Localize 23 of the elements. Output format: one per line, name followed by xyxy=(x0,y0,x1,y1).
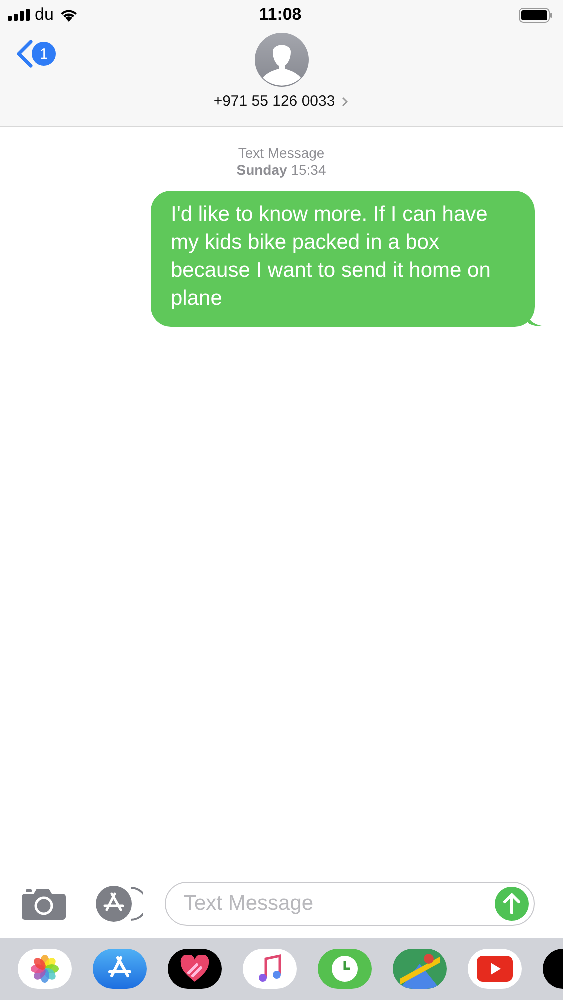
clock-icon[interactable] xyxy=(318,949,372,989)
heart-icon[interactable] xyxy=(168,949,222,989)
store-icon[interactable] xyxy=(93,949,147,989)
camera-icon[interactable] xyxy=(22,888,66,920)
carrier-name: du xyxy=(35,5,54,25)
app-store-icon[interactable] xyxy=(95,886,143,922)
avatar-icon[interactable] xyxy=(254,33,308,87)
contact-number[interactable]: +971 55 126 0033 xyxy=(214,93,350,110)
photos-icon[interactable] xyxy=(18,949,72,989)
chevron-icon[interactable] xyxy=(342,96,348,106)
message-composer[interactable]: Text Message xyxy=(165,882,535,926)
message-input-field[interactable]: Text Message xyxy=(182,891,495,917)
clock-time: 11:08 xyxy=(259,5,302,25)
music-icon[interactable] xyxy=(243,949,297,989)
message-timestamp: Sunday 15:34 xyxy=(236,162,326,179)
send-icon[interactable] xyxy=(495,887,529,921)
sent-message-bubble: I'd like to know more. If I can have my kids bike packed in a box because I want to send it home on plane xyxy=(151,191,535,327)
wifi-icon xyxy=(58,8,79,22)
service-label: Text Message xyxy=(238,145,325,162)
signal-icon xyxy=(8,9,30,21)
battery-icon xyxy=(518,8,553,22)
video-icon[interactable] xyxy=(468,949,522,989)
maps-icon[interactable] xyxy=(393,949,447,989)
